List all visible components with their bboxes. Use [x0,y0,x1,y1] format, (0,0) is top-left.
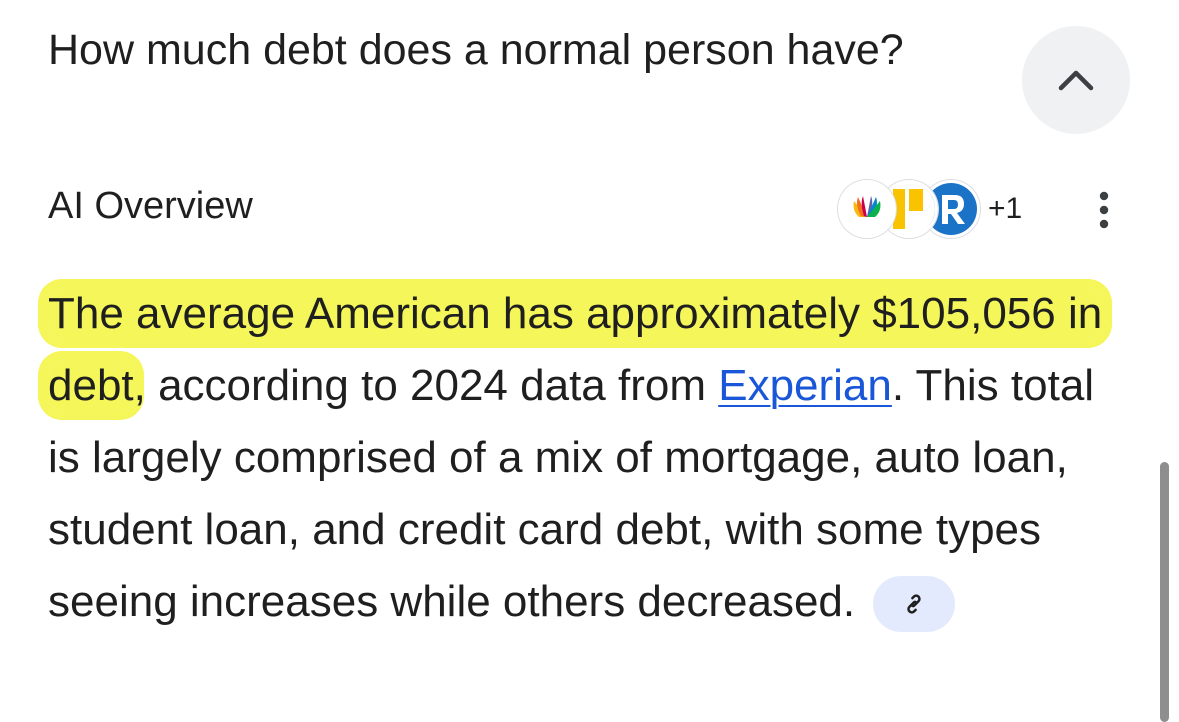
sources-button[interactable]: +1 [838,178,1022,240]
more-options-button[interactable] [1082,185,1126,235]
link-icon [907,594,921,614]
nbc-peacock-icon [838,180,896,238]
scrollbar[interactable] [1160,462,1169,722]
chevron-up-icon [1058,70,1094,91]
answer-text: The average American has approximately $… [48,278,1138,638]
experian-link[interactable]: Experian [718,361,892,410]
answer-after-highlight: , according to 2024 data from [133,361,719,410]
sources-more-count: +1 [988,192,1023,225]
source-link-chip[interactable] [873,576,956,633]
kebab-menu-icon [1099,191,1109,229]
collapse-button[interactable] [1022,26,1130,134]
question-heading: How much debt does a normal person have? [48,26,904,74]
ai-overview-label: AI Overview [48,185,253,227]
